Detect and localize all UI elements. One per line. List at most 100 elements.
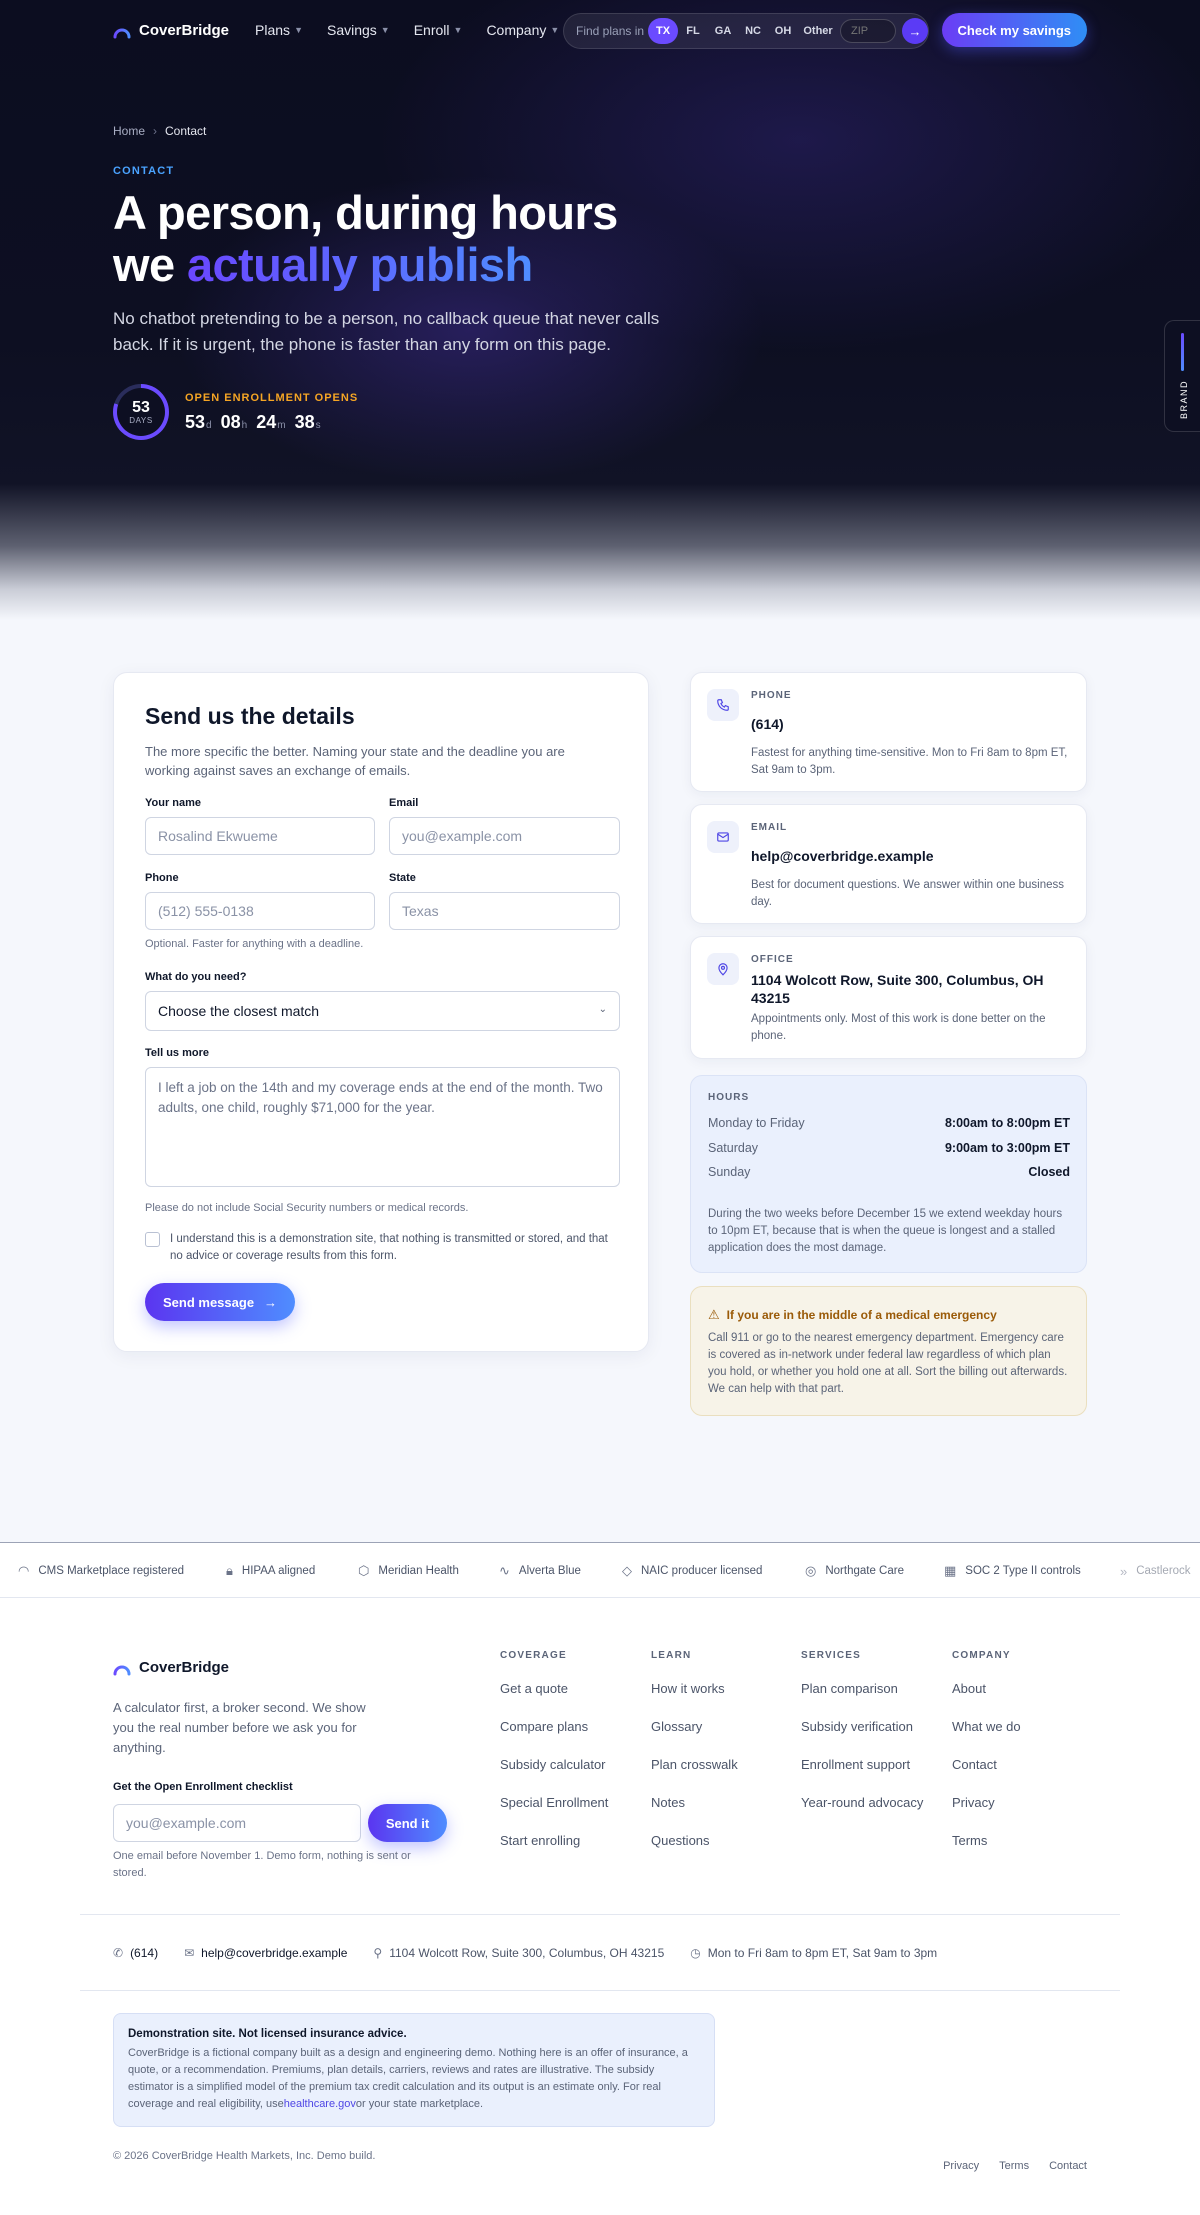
newsletter-email-input[interactable]: you@example.com <box>113 1804 361 1842</box>
find-plans-pill: Find plans in TX FL GA NC OH Other → <box>563 13 929 49</box>
countdown-ring-value: 53 <box>132 398 150 416</box>
footer-link[interactable]: How it works <box>651 1681 738 1697</box>
footer-link[interactable]: Enrollment support <box>801 1757 923 1773</box>
phone-label: Phone <box>145 872 179 884</box>
footer-link[interactable]: Subsidy verification <box>801 1719 923 1735</box>
footer-hours: ◷ Mon to Fri 8am to 8pm ET, Sat 9am to 3p… <box>690 1946 937 1960</box>
footer-phone[interactable]: ✆ (614) <box>113 1946 158 1960</box>
brand-side-tab[interactable]: BRAND <box>1164 320 1200 432</box>
page-title: A person, during hours we actually publi… <box>113 187 673 291</box>
legal-terms-link[interactable]: Terms <box>999 2160 1029 2172</box>
state-chip-oh[interactable]: OH <box>768 18 798 44</box>
mail-icon: ✉ <box>184 1946 195 1960</box>
countdown-ring: 53 DAYS <box>113 384 169 440</box>
phone-card[interactable]: PHONE (614) Fastest for anything time-se… <box>690 672 1087 792</box>
phone-card-value[interactable]: (614) <box>751 715 1071 733</box>
trust-strip: ◠ CMS Marketplace registered 🔒︎ HIPAA alig… <box>0 1542 1200 1598</box>
footer-link[interactable]: What we do <box>952 1719 1021 1735</box>
nav-plans[interactable]: Plans ▼ <box>255 22 303 38</box>
title-we: we <box>113 238 175 291</box>
countdown-seconds: 38 <box>294 411 315 432</box>
nav-savings[interactable]: Savings ▼ <box>327 22 390 38</box>
footer-brand-logo[interactable]: CoverBridge <box>113 1658 229 1676</box>
footer-link[interactable]: Plan comparison <box>801 1681 923 1697</box>
trust-label: Alverta Blue <box>518 1565 581 1577</box>
state-chip-nc[interactable]: NC <box>738 18 768 44</box>
hexagon-icon: ⬡ <box>358 1563 370 1578</box>
healthcare-gov-link[interactable]: healthcare.gov <box>284 2098 356 2110</box>
need-select-value: Choose the closest match <box>158 1003 320 1019</box>
countdown-hours-unit: h <box>241 419 248 431</box>
footer-link[interactable]: Start enrolling <box>500 1833 608 1849</box>
footer-hours-text: Mon to Fri 8am to 8pm ET, Sat 9am to 3pm <box>707 1946 938 1960</box>
check-savings-button[interactable]: Check my savings <box>941 13 1087 47</box>
footer-column-title: COVERAGE <box>500 1650 567 1661</box>
hours-time: 9:00am to 3:00pm ET <box>944 1141 1070 1155</box>
countdown-ring-inner: 53 DAYS <box>117 388 165 436</box>
state-chip-fl[interactable]: FL <box>678 18 708 44</box>
footer-link[interactable]: Special Enrollment <box>500 1795 608 1811</box>
nav-company[interactable]: Company ▼ <box>486 22 559 38</box>
footer-email[interactable]: ✉ help@coverbridge.example <box>184 1946 347 1960</box>
countdown-values: 53 d 08 h 24 m 38 s <box>185 412 358 433</box>
consent-checkbox[interactable] <box>145 1232 160 1247</box>
trust-label: NAIC producer licensed <box>641 1565 763 1577</box>
brand-logo[interactable]: CoverBridge <box>113 21 229 39</box>
footer-link[interactable]: Privacy <box>952 1795 1021 1811</box>
footer-link[interactable]: Contact <box>952 1757 1021 1773</box>
footer-column-learn: LEARN How it works Glossary Plan crosswa… <box>651 1650 738 1871</box>
zip-submit-arrow-icon[interactable]: → <box>902 18 929 44</box>
hours-note: During the two weeks before December 15 … <box>708 1208 1063 1254</box>
legal-contact-link[interactable]: Contact <box>1049 2160 1087 2172</box>
zip-input[interactable] <box>840 19 897 43</box>
footer-column-company: COMPANY About What we do Contact Privacy… <box>952 1650 1021 1871</box>
state-chip-ga[interactable]: GA <box>708 18 738 44</box>
chevron-down-icon: ▼ <box>294 25 303 35</box>
emergency-title-text: If you are in the middle of a medical em… <box>726 1308 997 1322</box>
lock-icon: 🔒︎ <box>226 1563 233 1578</box>
footer-link[interactable]: Terms <box>952 1833 1021 1849</box>
map-pin-icon <box>707 953 739 985</box>
chevron-down-icon: ▼ <box>550 25 560 35</box>
state-chip-tx[interactable]: TX <box>648 18 679 44</box>
nav-enroll[interactable]: Enroll ▼ <box>414 22 463 38</box>
email-input[interactable]: you@example.com <box>389 817 620 855</box>
footer-link[interactable]: Questions <box>651 1833 738 1849</box>
state-chip-other[interactable]: Other <box>798 18 838 44</box>
footer-link[interactable]: Compare plans <box>500 1719 608 1735</box>
send-message-button[interactable]: Send message → <box>145 1283 296 1321</box>
breadcrumb-home[interactable]: Home <box>113 124 145 138</box>
footer-link[interactable]: Plan crosswalk <box>651 1757 738 1773</box>
footer-link[interactable]: Glossary <box>651 1719 738 1735</box>
footer-link[interactable]: About <box>952 1681 1021 1697</box>
trust-item: 🔒︎ HIPAA aligned <box>226 1543 315 1599</box>
office-card[interactable]: OFFICE 1104 Wolcott Row, Suite 300, Colu… <box>690 936 1087 1059</box>
email-card-label: EMAIL <box>751 822 788 833</box>
phone-hint: Optional. Faster for anything with a dea… <box>145 938 364 950</box>
email-card-value[interactable]: help@coverbridge.example <box>751 847 1071 865</box>
page-eyebrow: CONTACT <box>113 165 175 177</box>
legal-privacy-link[interactable]: Privacy <box>943 2160 979 2172</box>
need-select[interactable]: Choose the closest match ⌄ <box>145 991 620 1031</box>
footer-link[interactable]: Year-round advocacy <box>801 1795 923 1811</box>
email-card-desc: Best for document questions. We answer w… <box>751 879 1065 908</box>
footer-link[interactable]: Notes <box>651 1795 738 1811</box>
more-textarea[interactable]: I left a job on the 14th and my coverage… <box>145 1067 620 1187</box>
footer-link[interactable]: Subsidy calculator <box>500 1757 608 1773</box>
footer-contact-row: ✆ (614) ✉ help@coverbridge.example ⚲ 1104 W… <box>113 1946 963 1960</box>
hours-row: Sunday Closed <box>708 1165 1070 1179</box>
email-card[interactable]: EMAIL help@coverbridge.example Best for … <box>690 804 1087 924</box>
footer-address: ⚲ 1104 Wolcott Row, Suite 300, Columbus, … <box>373 1946 664 1960</box>
state-input[interactable]: Texas <box>389 892 620 930</box>
phone-card-desc: Fastest for anything time-sensitive. Mon… <box>751 747 1068 776</box>
brand-name: CoverBridge <box>139 21 230 39</box>
contact-form-card: Send us the details The more specific th… <box>113 672 649 1352</box>
newsletter-send-button[interactable]: Send it <box>368 1804 447 1842</box>
footer-link[interactable]: Get a quote <box>500 1681 608 1697</box>
phone-input[interactable]: (512) 555-0138 <box>145 892 375 930</box>
countdown-minutes-unit: m <box>277 419 286 431</box>
name-input[interactable]: Rosalind Ekwueme <box>145 817 375 855</box>
hero-lede: No chatbot pretending to be a person, no… <box>113 309 660 354</box>
brand-tab-label: BRAND <box>1179 379 1189 419</box>
trust-label: SOC 2 Type II controls <box>965 1565 1081 1577</box>
